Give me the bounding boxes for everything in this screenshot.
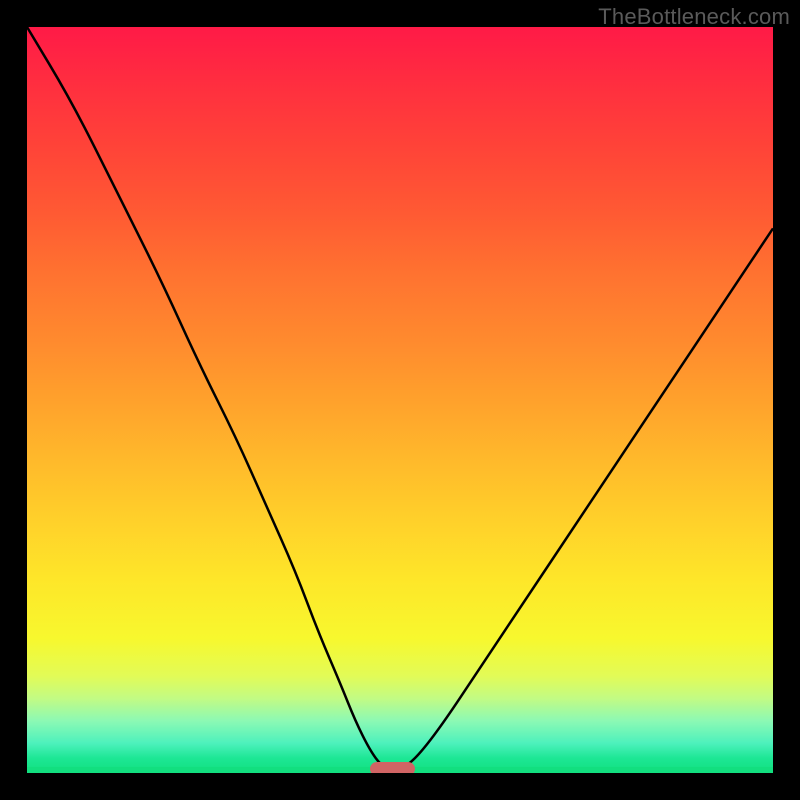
curve-line xyxy=(27,27,773,773)
plot-area xyxy=(27,27,773,773)
notch-marker xyxy=(370,762,415,773)
chart-frame: TheBottleneck.com xyxy=(0,0,800,800)
watermark-text: TheBottleneck.com xyxy=(598,4,790,30)
